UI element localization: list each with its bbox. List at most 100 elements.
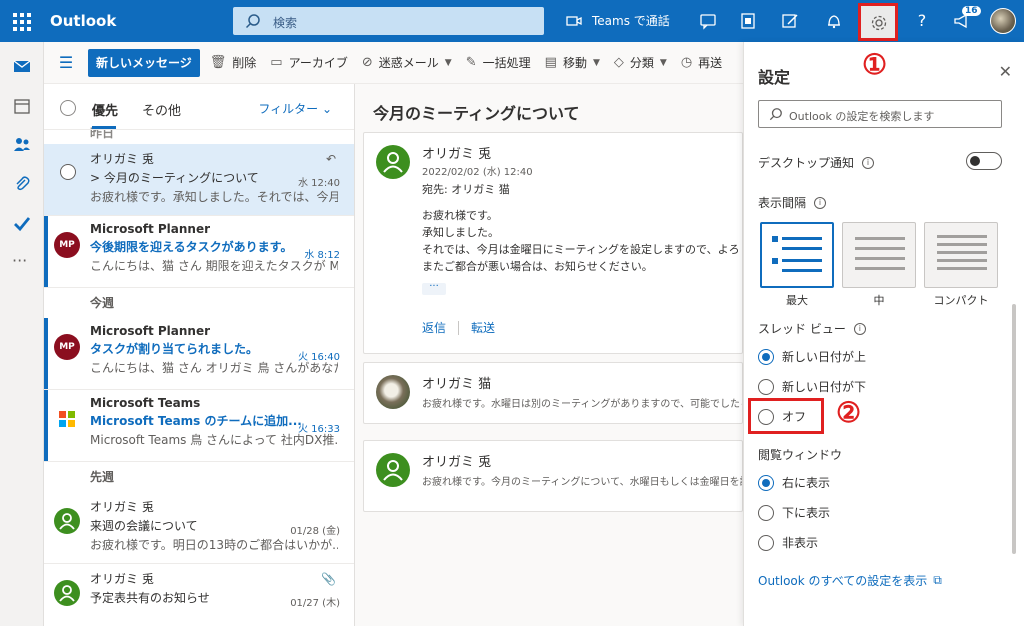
item-preview: こんにちは、猫 さん 期限を迎えたタスクが Mic... (90, 259, 338, 273)
settings-scrollbar[interactable] (1012, 304, 1016, 554)
select-radio[interactable] (60, 164, 76, 180)
move-button[interactable]: ▤ 移動 ▼ (545, 54, 600, 71)
all-settings-link[interactable]: Outlook のすべての設定を表示 ⧉ (758, 572, 942, 589)
show-more-button[interactable]: ··· (422, 282, 446, 295)
message-card-collapsed[interactable]: オリガミ 兎 お疲れ様です。今月のミーティングについて、水曜日もしくは金曜日を設… (363, 440, 743, 512)
office-icon[interactable] (738, 11, 758, 31)
conversation-title: 今月のミーティングについて (373, 104, 580, 123)
categorize-button[interactable]: ◇ 分類 ▼ (614, 54, 667, 71)
list-item[interactable]: オリガミ 兎 来週の会議について お疲れ様です。明日の13時のご都合はいかが..… (44, 492, 354, 564)
filter-label: フィルター (258, 102, 319, 116)
density-option-medium[interactable] (842, 222, 916, 288)
new-message-button[interactable]: 新しいメッセージ (88, 48, 200, 77)
teams-call-label: Teams で通話 (592, 14, 670, 28)
settings-title: 設定 (758, 68, 791, 87)
thread-option-off[interactable]: オフ (758, 408, 806, 425)
settings-gear-button[interactable] (858, 3, 898, 41)
chevron-down-icon[interactable]: ▼ (445, 58, 452, 68)
chevron-down-icon[interactable]: ▼ (593, 58, 600, 68)
message-snippet: お疲れ様です。今月のミーティングについて、水曜日もしくは金曜日を設定する (422, 477, 742, 488)
list-item[interactable]: Microsoft Teams Microsoft Teams のチームに追加.… (44, 390, 354, 462)
calendar-icon[interactable] (12, 96, 32, 116)
select-all-checkbox[interactable] (60, 100, 76, 116)
notification-badge: 16 (962, 6, 981, 16)
reading-pane: 今月のミーティングについて オリガミ 兎 2022/02/02 (水) 12:4… (355, 84, 743, 626)
radio-label: 非表示 (782, 536, 819, 550)
list-item[interactable]: オリガミ 兎 予定表共有のお知らせ 📎 01/27 (木) (44, 564, 354, 626)
archive-label: アーカイブ (288, 56, 348, 70)
user-avatar[interactable] (990, 8, 1016, 34)
info-icon[interactable]: i (814, 196, 827, 209)
sweep-button[interactable]: ✎ 一括処理 (466, 54, 531, 71)
item-sender: オリガミ 兎 (90, 572, 154, 586)
thread-option-newest-top[interactable]: 新しい日付が上 (758, 348, 866, 365)
bell-icon[interactable] (824, 11, 844, 31)
radio-button[interactable] (758, 378, 774, 395)
help-icon[interactable]: ? (912, 11, 932, 31)
line (855, 237, 905, 240)
junk-label: 迷惑メール (378, 56, 439, 70)
settings-search-placeholder: Outlook の設定を検索します (789, 110, 935, 123)
item-sender: Microsoft Planner (90, 324, 210, 338)
microsoft-logo-icon (59, 411, 75, 427)
thread-option-newest-bottom[interactable]: 新しい日付が下 (758, 378, 866, 395)
radio-button[interactable] (758, 474, 774, 491)
sweep-label: 一括処理 (482, 56, 531, 70)
reading-option-bottom[interactable]: 下に表示 (758, 504, 830, 521)
filter-button[interactable]: フィルター ⌄ (258, 100, 332, 117)
message-card[interactable]: オリガミ 兎 2022/02/02 (水) 12:40 宛先: オリガミ 猫 お… (363, 132, 743, 354)
person-avatar-icon (54, 508, 80, 534)
list-item[interactable]: オリガミ 兎 > 今月のミーティングについて お疲れ様です。承知しました。それで… (44, 144, 354, 216)
todo-icon[interactable] (12, 214, 32, 234)
line (937, 251, 987, 254)
archive-button[interactable]: ▭ アーカイブ (270, 54, 348, 71)
list-item[interactable]: MP Microsoft Planner タスクが割り当てられました。 こんにち… (44, 318, 354, 390)
app-title[interactable]: Outlook (50, 12, 116, 30)
message-date: 2022/02/02 (水) 12:40 (422, 167, 533, 178)
delete-button[interactable]: 🗑 削除 (210, 54, 257, 71)
density-label-full: 最大 (786, 294, 808, 307)
radio-button[interactable] (758, 408, 774, 425)
info-icon[interactable]: i (853, 322, 866, 335)
info-icon[interactable]: i (862, 156, 875, 169)
app-rail: ··· (0, 42, 44, 626)
list-item[interactable]: MP Microsoft Planner 今後期限を迎えるタスクがあります。 こ… (44, 216, 354, 288)
annotation-marker-1: ① (862, 48, 888, 81)
settings-search-input[interactable]: Outlook の設定を検索します (758, 100, 1002, 128)
tab-other[interactable]: その他 (142, 100, 181, 119)
external-link-icon: ⧉ (933, 573, 942, 587)
tab-focused[interactable]: 優先 (92, 100, 118, 129)
menu-icon[interactable]: ☰ (44, 53, 88, 72)
density-option-full[interactable] (760, 222, 834, 288)
item-time: 01/27 (木) (290, 598, 340, 609)
top-bar: Outlook 検索 Teams で通話 ? 16 (0, 0, 1024, 42)
desktop-notifications-toggle[interactable] (966, 152, 1002, 170)
forward-button[interactable]: 転送 (471, 319, 495, 336)
radio-button[interactable] (758, 504, 774, 521)
mail-icon[interactable] (12, 56, 32, 76)
snooze-button[interactable]: ◷ 再送 (681, 54, 722, 71)
chevron-down-icon[interactable]: ▼ (660, 58, 667, 68)
reading-option-hidden[interactable]: 非表示 (758, 534, 818, 551)
attach-icon[interactable] (12, 174, 32, 194)
density-option-compact[interactable] (924, 222, 998, 288)
chat-icon[interactable] (698, 11, 718, 31)
radio-button[interactable] (758, 348, 774, 365)
people-icon[interactable] (12, 134, 32, 154)
search-box[interactable]: 検索 (233, 7, 544, 35)
message-card-collapsed[interactable]: オリガミ 猫 お疲れ様です。水曜日は別のミーティングがありますので、可能でしたら… (363, 362, 743, 424)
radio-button[interactable] (758, 534, 774, 551)
junk-button[interactable]: ⊘ 迷惑メール ▼ (362, 54, 452, 71)
reply-button[interactable]: 返信 (422, 319, 446, 336)
archive-icon: ▭ (270, 55, 283, 70)
reading-pane-row: 閲覧ウィンドウ (758, 446, 842, 463)
avatar: MP (54, 232, 80, 258)
close-icon[interactable]: ✕ (999, 62, 1012, 81)
app-launcher-icon[interactable] (10, 10, 32, 32)
more-apps-icon[interactable]: ··· (12, 253, 32, 276)
item-time: 水 8:12 (304, 250, 340, 261)
teams-call-button[interactable]: Teams で通話 (566, 12, 670, 29)
reading-option-right[interactable]: 右に表示 (758, 474, 830, 491)
reading-pane-label: 閲覧ウィンドウ (758, 448, 843, 462)
my-day-icon[interactable] (780, 11, 800, 31)
